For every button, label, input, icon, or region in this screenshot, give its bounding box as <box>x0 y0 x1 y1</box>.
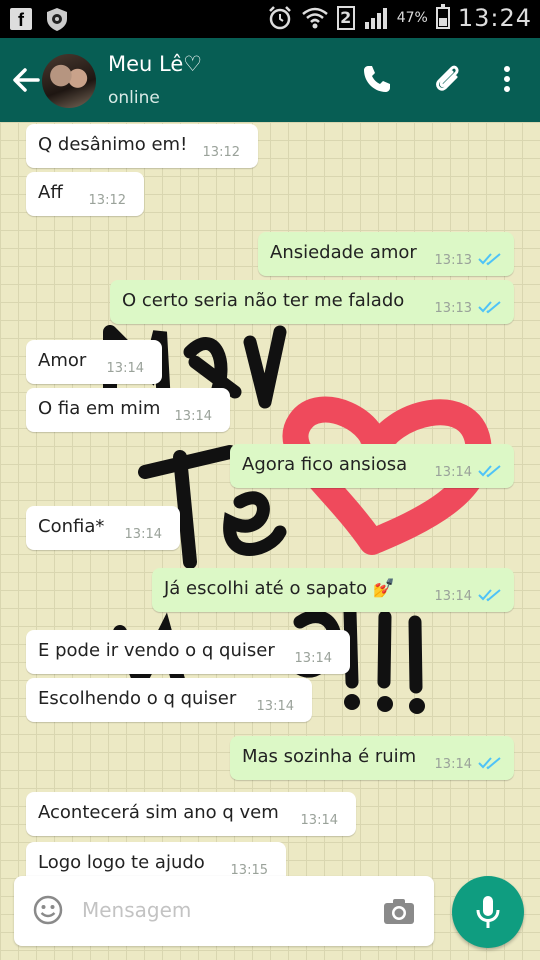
message-text: Ansiedade amor <box>270 242 417 263</box>
outgoing-message[interactable]: Mas sozinha é ruim 13:14 <box>230 736 514 780</box>
message-text: Mas sozinha é ruim <box>242 746 417 767</box>
message-input[interactable] <box>82 892 362 928</box>
signal-icon <box>364 8 387 29</box>
emoji-icon[interactable] <box>32 894 64 926</box>
outgoing-message[interactable]: Já escolhi até o sapato 💅 13:14 <box>152 568 514 612</box>
incoming-message[interactable]: Aff 13:12 <box>26 172 144 216</box>
avatar[interactable] <box>42 54 96 108</box>
message-text: Já escolhi até o sapato 💅 <box>164 578 396 599</box>
message-time: 13:12 <box>202 145 240 160</box>
message-time: 13:13 <box>434 301 472 316</box>
back-arrow-icon[interactable] <box>8 62 44 98</box>
incoming-message[interactable]: O fia em mim 13:14 <box>26 388 230 432</box>
read-ticks-icon <box>478 465 501 478</box>
read-ticks-icon <box>478 301 501 314</box>
message-text: Logo logo te ajudo <box>38 852 205 873</box>
facebook-icon: f <box>10 8 32 30</box>
message-text: O fia em mim <box>38 398 161 419</box>
wifi-icon <box>301 7 328 29</box>
message-text: Confia* <box>38 516 105 537</box>
incoming-message[interactable]: Q desânimo em! 13:12 <box>26 124 258 168</box>
contact-status: online <box>108 88 160 108</box>
battery-icon <box>435 4 450 29</box>
contact-name[interactable]: Meu Lê♡ <box>108 52 202 76</box>
message-text: Q desânimo em! <box>38 134 188 155</box>
message-text: Amor <box>38 350 87 371</box>
message-time: 13:14 <box>256 699 294 714</box>
message-time: 13:14 <box>174 409 212 424</box>
phone-icon[interactable] <box>360 62 394 96</box>
message-text: O certo seria não ter me falado <box>122 290 405 311</box>
incoming-message[interactable]: Amor 13:14 <box>26 340 162 384</box>
message-time: 13:14 <box>124 527 162 542</box>
incoming-message[interactable]: Confia* 13:14 <box>26 506 180 550</box>
message-text: E pode ir vendo o q quiser <box>38 640 275 661</box>
incoming-message[interactable]: Escolhendo o q quiser 13:14 <box>26 678 312 722</box>
incoming-message[interactable]: Acontecerá sim ano q vem 13:14 <box>26 792 356 836</box>
composer-bar <box>14 876 434 946</box>
read-ticks-icon <box>478 757 501 770</box>
shield-icon <box>47 8 67 31</box>
chat-area[interactable]: Q desânimo em! 13:12 Aff 13:12 Ansiedade amo… <box>0 122 540 960</box>
message-text: Acontecerá sim ano q vem <box>38 802 279 823</box>
message-time: 13:14 <box>434 465 472 480</box>
message-time: 13:13 <box>434 253 472 268</box>
sim-slot-badge: 2 <box>336 6 355 30</box>
battery-percent: 47% <box>396 10 428 26</box>
read-ticks-icon <box>478 253 501 266</box>
message-time: 13:14 <box>300 813 338 828</box>
message-text: Aff <box>38 182 63 203</box>
chat-header: Meu Lê♡ online <box>0 38 540 122</box>
read-ticks-icon <box>478 589 501 602</box>
message-time: 13:12 <box>88 193 126 208</box>
incoming-message[interactable]: E pode ir vendo o q quiser 13:14 <box>26 630 350 674</box>
message-text: Agora fico ansiosa <box>242 454 408 475</box>
mic-button[interactable] <box>452 876 524 948</box>
status-bar: f 2 47% 13:24 <box>0 0 540 38</box>
more-vert-icon[interactable] <box>490 62 524 96</box>
alarm-icon <box>268 6 291 30</box>
outgoing-message[interactable]: Ansiedade amor 13:13 <box>258 232 514 276</box>
message-time: 13:14 <box>294 651 332 666</box>
message-time: 13:14 <box>106 361 144 376</box>
mic-icon <box>476 896 500 928</box>
message-text: Escolhendo o q quiser <box>38 688 237 709</box>
clock: 13:24 <box>457 4 532 32</box>
outgoing-message[interactable]: Agora fico ansiosa 13:14 <box>230 444 514 488</box>
paperclip-icon[interactable] <box>430 62 464 96</box>
message-time: 13:14 <box>434 757 472 772</box>
outgoing-message[interactable]: O certo seria não ter me falado 13:13 <box>110 280 514 324</box>
message-time: 13:14 <box>434 589 472 604</box>
camera-icon[interactable] <box>382 896 416 926</box>
